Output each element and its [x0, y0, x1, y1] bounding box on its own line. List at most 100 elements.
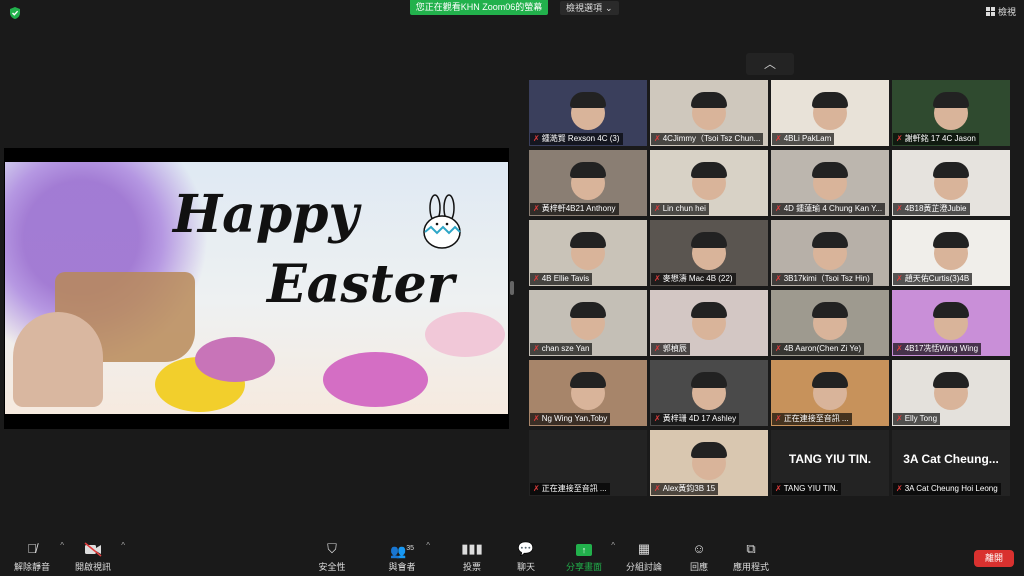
microphone-muted-icon: ✗	[775, 204, 782, 213]
participant-tile[interactable]: ✗ 4B Aaron(Chen Zi Ye)	[771, 290, 889, 356]
bunny-egg-doodle-icon	[423, 194, 461, 249]
participant-tile[interactable]: ✗ 正在連接至音訊 ...	[771, 360, 889, 426]
view-button[interactable]: 檢視	[986, 5, 1016, 18]
unmute-button[interactable]: 🎙̸ 解除靜音 ^	[12, 541, 64, 573]
participant-tile[interactable]: ✗ 黃梓軒4B21 Anthony	[529, 150, 647, 216]
participant-name: 謝軒銘 17 4C Jason	[904, 134, 976, 143]
apps-button[interactable]: ⧉ 應用程式	[732, 541, 770, 573]
slide-title-happy: Happy	[173, 184, 359, 245]
participant-name-tag: ✗ 4BLi PakLam	[772, 133, 835, 145]
participant-name-tag: ✗ TANG YIU TIN.	[772, 483, 841, 495]
participant-tile[interactable]: ✗ Alex黃鈞3B 15	[650, 430, 768, 496]
participant-gallery: ✗ 鍾澔賢 Rexson 4C (3) ✗ 4CJimmy（Tsoi Tsz Chun…	[529, 80, 1010, 496]
participant-hair	[812, 302, 848, 318]
microphone-muted-icon: ✗	[896, 344, 903, 353]
participant-tile[interactable]: ✗ 趙天佑Curtis(3)4B	[892, 220, 1010, 286]
microphone-muted-icon: ✗	[654, 484, 661, 493]
participant-name: chan sze Yan	[541, 344, 590, 353]
participant-display-name: 3A Cat Cheung...	[903, 452, 999, 466]
participant-tile[interactable]: ✗ chan sze Yan	[529, 290, 647, 356]
reactions-label: 回應	[689, 562, 708, 572]
participant-hair	[691, 232, 727, 248]
participant-hair	[933, 162, 969, 178]
slide-title-easter: Easter	[267, 254, 455, 315]
reactions-button[interactable]: ☺ 回應	[685, 541, 713, 573]
participant-tile[interactable]: ✗ 麥懋濤 Mac 4B (22)	[650, 220, 768, 286]
participant-name-tag: ✗ 4B18黃芷澄Jubie	[893, 203, 970, 215]
microphone-muted-icon: ✗	[896, 204, 903, 213]
participant-hair	[812, 232, 848, 248]
egg-image	[323, 352, 428, 407]
participant-tile[interactable]: ✗ 正在連接至音訊 ...	[529, 430, 647, 496]
participant-name-tag: ✗ 4D 鍾蓮瑜 4 Chung Kan Y...	[772, 203, 886, 215]
start-video-label: 開啟視訊	[74, 562, 111, 572]
participant-hair	[933, 232, 969, 248]
polls-button[interactable]: ▮▮▮ 投票	[458, 541, 486, 573]
participant-tile[interactable]: ✗ 鍾澔賢 Rexson 4C (3)	[529, 80, 647, 146]
share-screen-button[interactable]: ↑ 分享畫面 ^	[565, 541, 615, 573]
participant-hair	[812, 92, 848, 108]
participant-name-tag: ✗ 4B Aaron(Chen Zi Ye)	[772, 343, 865, 355]
shared-screen: Happy Easter	[4, 148, 509, 429]
participant-tile[interactable]: ✗ 4B18黃芷澄Jubie	[892, 150, 1010, 216]
chevron-up-icon[interactable]: ^	[60, 541, 64, 550]
chevron-up-icon[interactable]: ︿	[746, 53, 794, 75]
participant-tile[interactable]: ✗ 4B Ellie Tavis	[529, 220, 647, 286]
egg-image	[425, 312, 505, 357]
participant-name-tag: ✗ 4CJimmy（Tsoi Tsz Chun...	[651, 133, 764, 145]
participant-tile[interactable]: TANG YIU TIN. ✗ TANG YIU TIN.	[771, 430, 889, 496]
microphone-muted-icon: ✗	[654, 204, 661, 213]
participant-tile[interactable]: ✗ 黃梓珊 4D 17 Ashley	[650, 360, 768, 426]
participant-tile[interactable]: ✗ 3B17kimi（Tsoi Tsz Hin)	[771, 220, 889, 286]
participant-tile[interactable]: ✗ 郭楨辰	[650, 290, 768, 356]
chat-button[interactable]: 💬 聊天	[512, 541, 540, 573]
breakout-rooms-icon: ▦	[637, 541, 651, 556]
participant-hair	[691, 162, 727, 178]
smiley-icon: ☺	[692, 541, 706, 556]
breakout-rooms-button[interactable]: ▦ 分組討論	[625, 541, 663, 573]
chevron-up-icon[interactable]: ^	[611, 541, 615, 550]
participant-tile[interactable]: ✗ 4CJimmy（Tsoi Tsz Chun...	[650, 80, 768, 146]
participant-tile[interactable]: ✗ Lin chun hei	[650, 150, 768, 216]
participant-tile[interactable]: ✗ 4B17冼恬Wing Wing	[892, 290, 1010, 356]
participant-display-name: TANG YIU TIN.	[788, 452, 872, 466]
microphone-muted-icon: ✗	[654, 344, 661, 353]
leave-button[interactable]: 離開	[974, 550, 1014, 567]
participant-hair	[691, 372, 727, 388]
view-options-label: 檢視選項	[566, 3, 603, 13]
microphone-muted-icon: ✗	[533, 484, 540, 493]
view-options-dropdown[interactable]: 檢視選項 ⌄	[560, 1, 619, 15]
share-screen-label: 分享畫面	[565, 562, 602, 572]
participant-tile[interactable]: ✗ 4BLi PakLam	[771, 80, 889, 146]
security-button[interactable]: ⛉ 安全性	[316, 541, 348, 573]
bar-chart-icon: ▮▮▮	[461, 541, 483, 556]
chat-label: 聊天	[516, 562, 535, 572]
participant-tile[interactable]: ✗ Ng Wing Yan,Toby	[529, 360, 647, 426]
participants-button[interactable]: 👥35 與會者 ^	[386, 541, 430, 573]
view-button-label: 檢視	[998, 7, 1017, 17]
participant-name: Lin chun hei	[662, 204, 706, 213]
participant-tile[interactable]: ✗ 謝軒銘 17 4C Jason	[892, 80, 1010, 146]
participant-tile[interactable]: ✗ 4D 鍾蓮瑜 4 Chung Kan Y...	[771, 150, 889, 216]
participant-name-tag: ✗ 郭楨辰	[651, 343, 690, 355]
participant-name: 趙天佑Curtis(3)4B	[904, 274, 970, 283]
participant-tile[interactable]: 3A Cat Cheung... ✗ 3A Cat Cheung Hoi Leong	[892, 430, 1010, 496]
security-shield-icon[interactable]	[8, 6, 22, 20]
participant-name: 郭楨辰	[662, 344, 687, 353]
participant-name-tag: ✗ 趙天佑Curtis(3)4B	[893, 273, 973, 285]
participant-name-tag: ✗ 正在連接至音訊 ...	[772, 413, 852, 425]
participant-name: 黃梓珊 4D 17 Ashley	[662, 414, 737, 423]
participant-tile[interactable]: ✗ Elly Tong	[892, 360, 1010, 426]
participant-name: 4CJimmy（Tsoi Tsz Chun...	[662, 134, 761, 143]
start-video-button[interactable]: 開啟視訊 ^	[73, 541, 125, 573]
chevron-up-icon[interactable]: ^	[121, 541, 125, 550]
participant-hair	[691, 302, 727, 318]
participant-name: 3A Cat Cheung Hoi Leong	[904, 484, 998, 493]
participant-name: 3B17kimi（Tsoi Tsz Hin)	[783, 274, 870, 283]
panel-resize-handle[interactable]	[510, 281, 514, 295]
chevron-up-icon[interactable]: ^	[426, 541, 430, 550]
polls-label: 投票	[462, 562, 481, 572]
participant-name-tag: ✗ chan sze Yan	[530, 343, 593, 355]
microphone-muted-icon: ✗	[533, 204, 540, 213]
participant-name-tag: ✗ Ng Wing Yan,Toby	[530, 413, 611, 425]
